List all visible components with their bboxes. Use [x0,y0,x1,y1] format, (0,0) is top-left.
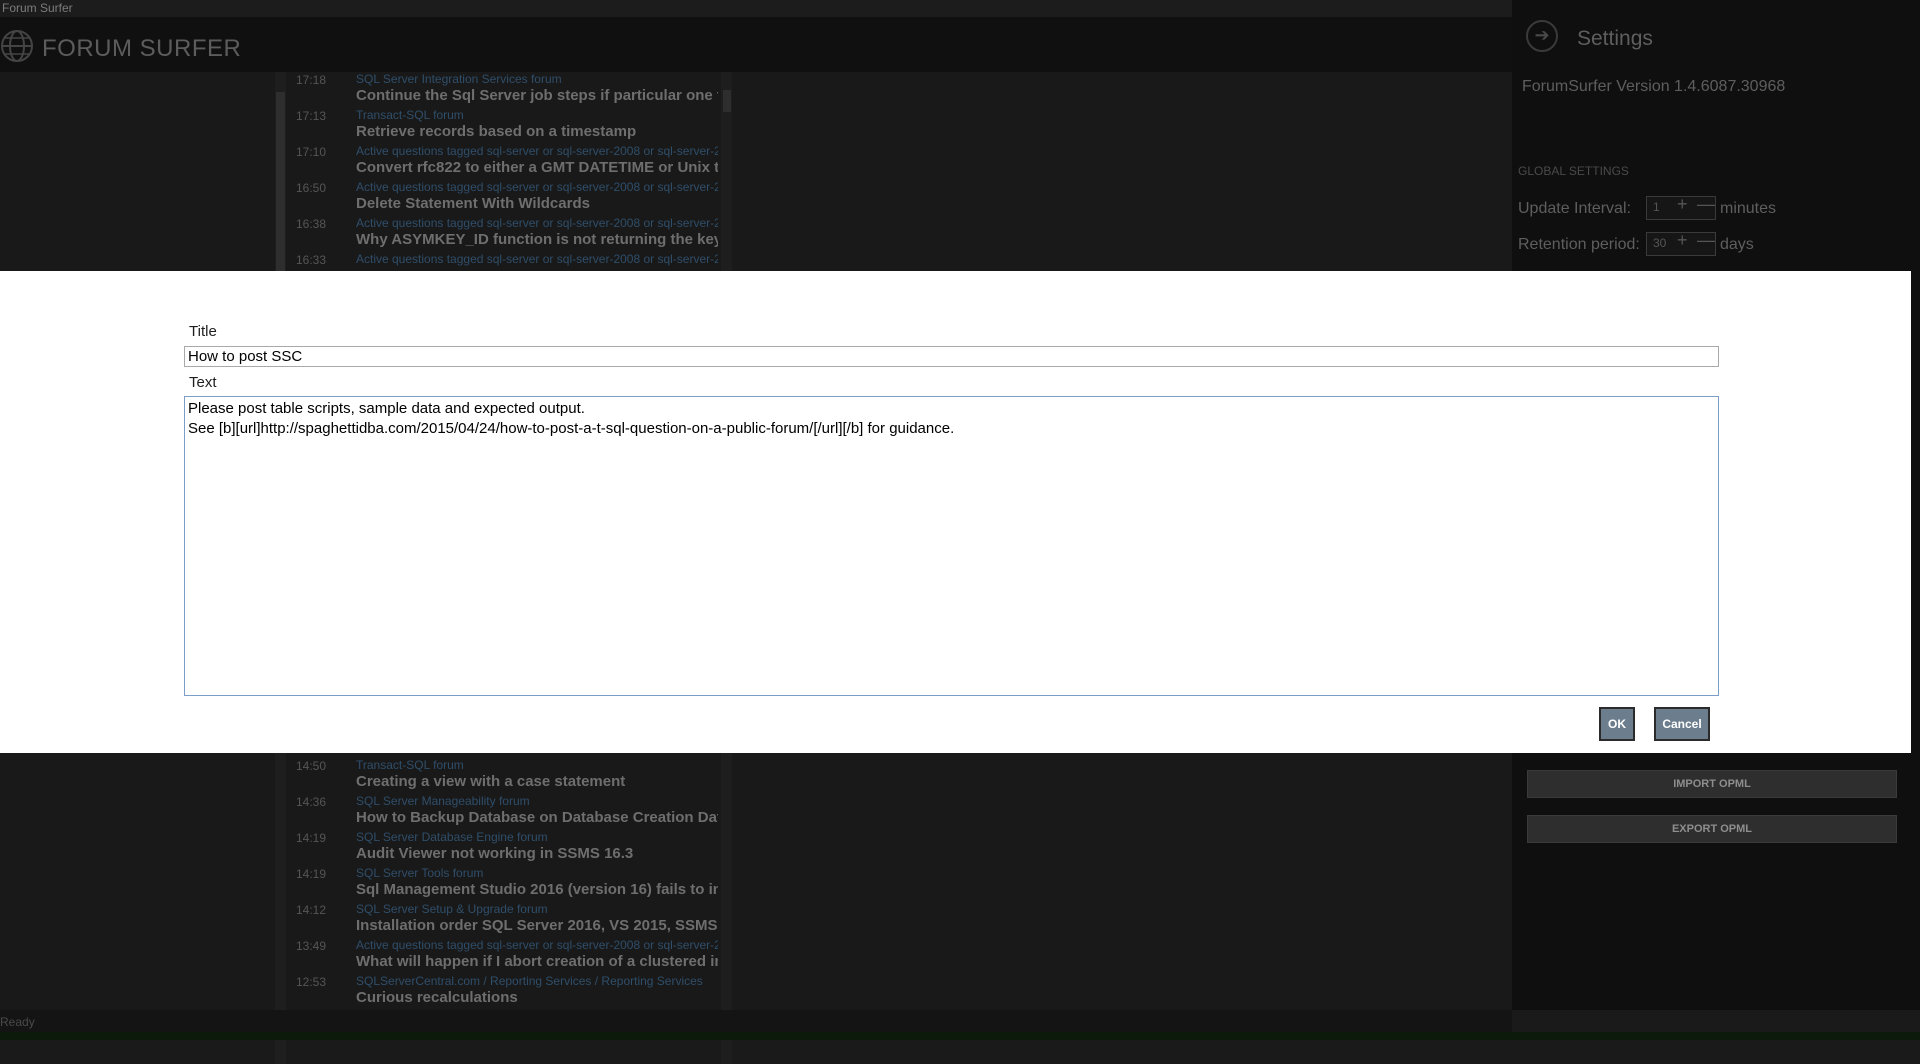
title-label: Title [189,323,217,340]
post-time: 12:53 [296,975,327,989]
post-source[interactable]: Active questions tagged sql-server or sq… [356,180,718,194]
post-title[interactable]: Audit Viewer not working in SSMS 16.3 [356,845,718,862]
post-source[interactable]: Active questions tagged sql-server or sq… [356,216,718,230]
tree-scroll-thumb[interactable] [276,92,285,272]
post-title[interactable]: How to Backup Database on Database Creat… [356,809,718,826]
status-text: Ready [0,1015,35,1029]
post-time: 16:38 [296,217,327,231]
post-source[interactable]: Active questions tagged sql-server or sq… [356,144,718,158]
window-title: Forum Surfer [2,1,73,15]
post-source[interactable]: Transact-SQL forum [356,758,718,772]
cancel-button[interactable]: Cancel [1654,707,1710,741]
post-title[interactable]: What will happen if I abort creation of … [356,953,718,970]
post-time: 13:49 [296,939,327,953]
update-interval-unit: minutes [1720,200,1777,217]
ok-button[interactable]: OK [1599,707,1635,741]
edit-response-dialog: Title Text Please post table scripts, sa… [0,271,1911,753]
post-source[interactable]: Active questions tagged sql-server or sq… [356,252,718,266]
post-time: 14:50 [296,759,327,773]
app-name: FORUM SURFER [42,35,242,62]
plus-icon[interactable]: + [1677,194,1688,215]
update-interval-stepper[interactable]: 1 + — [1646,194,1716,220]
post-time: 16:33 [296,253,327,267]
version-label: ForumSurfer Version 1.4.6087.30968 [1522,78,1786,95]
text-line-1: Please post table scripts, sample data a… [188,400,585,417]
minus-icon[interactable]: — [1697,194,1715,215]
globe-icon [1,30,33,62]
post-time: 17:13 [296,109,327,123]
post-source[interactable]: SQL Server Manageability forum [356,794,718,808]
post-title[interactable]: Convert rfc822 to either a GMT DATETIME … [356,159,718,176]
post-source[interactable]: Active questions tagged sql-server or sq… [356,938,718,952]
retention-stepper[interactable]: 30 + — [1646,230,1716,256]
retention-label: Retention period: [1518,236,1640,253]
post-time: 17:18 [296,73,327,87]
retention-value[interactable]: 30 [1653,236,1666,250]
post-title[interactable]: Creating a view with a case statement [356,773,718,790]
post-source[interactable]: Transact-SQL forum [356,108,718,122]
post-time: 14:36 [296,795,327,809]
post-source[interactable]: SQL Server Database Engine forum [356,830,718,844]
text-area[interactable]: Please post table scripts, sample data a… [184,396,1719,696]
post-time: 14:19 [296,867,327,881]
text-label: Text [189,374,217,391]
post-title[interactable]: Installation order SQL Server 2016, VS 2… [356,917,718,934]
post-source[interactable]: SQL Server Integration Services forum [356,72,718,86]
update-interval-value[interactable]: 1 [1653,200,1660,214]
settings-title: Settings [1577,27,1653,50]
post-title[interactable]: Continue the Sql Server job steps if par… [356,87,718,104]
title-input[interactable] [184,346,1719,367]
back-arrow-icon[interactable]: ➔ [1526,20,1558,52]
list-scroll-thumb[interactable] [723,90,731,112]
post-title[interactable]: Why ASYMKEY_ID function is not returning… [356,231,718,248]
post-title[interactable]: Delete Statement With Wildcards [356,195,718,212]
retention-row: Retention period: 30 + — days [1518,230,1754,256]
minus-icon[interactable]: — [1697,230,1715,251]
post-time: 16:50 [296,181,327,195]
post-time: 14:19 [296,831,327,845]
app-header: FORUM SURFER [0,17,1512,72]
post-title[interactable]: Retrieve records based on a timestamp [356,123,718,140]
post-source[interactable]: SQL Server Tools forum [356,866,718,880]
post-source[interactable]: SQL Server Setup & Upgrade forum [356,902,718,916]
update-interval-label: Update Interval: [1518,200,1631,217]
status-bar: Ready [0,1010,1512,1032]
post-time: 14:12 [296,903,327,917]
import-opml-button[interactable]: IMPORT OPML [1527,770,1897,798]
text-line-2: See [b][url]http://spaghettidba.com/2015… [188,420,955,437]
post-title[interactable]: Sql Management Studio 2016 (version 16) … [356,881,718,898]
post-time: 17:10 [296,145,327,159]
post-title[interactable]: Curious recalculations [356,989,718,1006]
update-interval-row: Update Interval: 1 + — minutes [1518,194,1776,220]
post-source[interactable]: SQLServerCentral.com / Reporting Service… [356,974,718,988]
taskbar-strip [0,1032,1920,1040]
plus-icon[interactable]: + [1677,230,1688,251]
export-opml-button[interactable]: EXPORT OPML [1527,815,1897,843]
retention-unit: days [1720,236,1754,253]
global-settings-heading: GLOBAL SETTINGS [1518,164,1629,178]
